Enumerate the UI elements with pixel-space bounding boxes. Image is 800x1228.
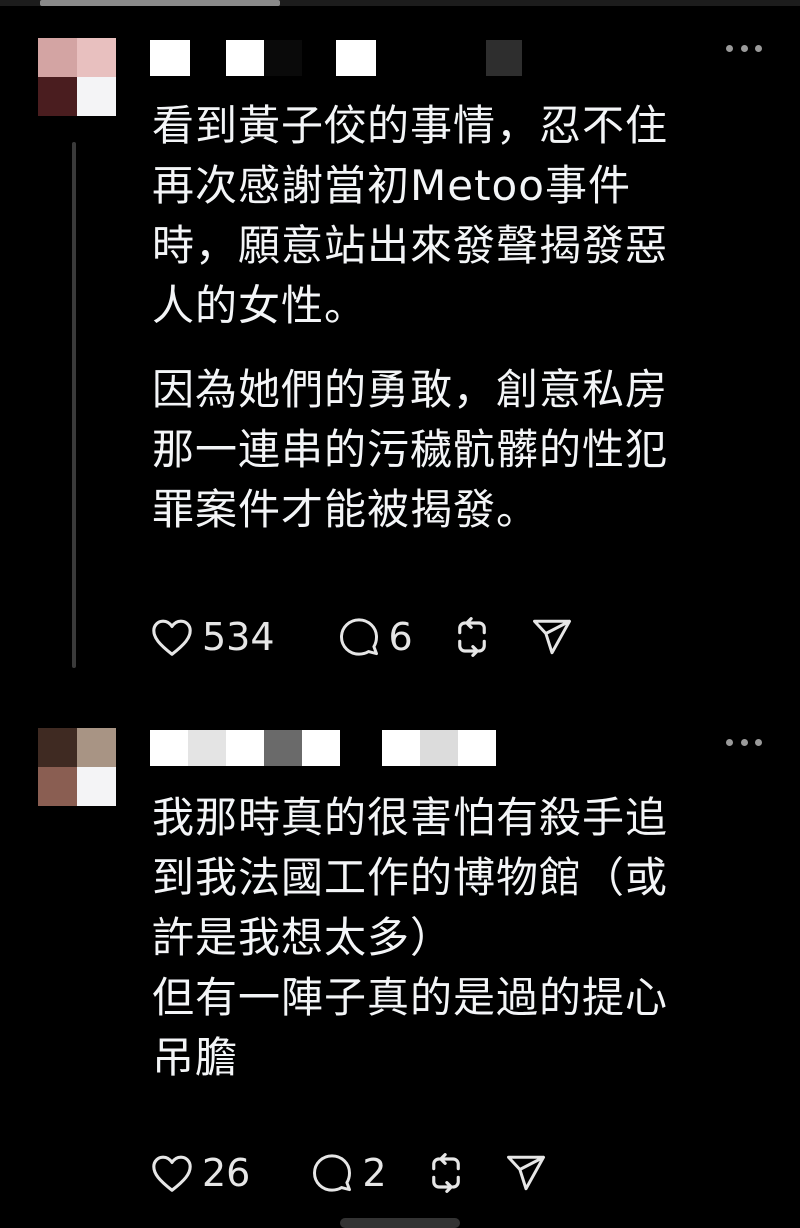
share-button[interactable] <box>531 612 573 662</box>
body-line: 我那時真的很害怕有殺手追 <box>152 793 669 842</box>
reply-button[interactable]: 6 <box>337 612 413 662</box>
comment-icon <box>339 618 378 656</box>
body-line: 看到黃子佼的事情，忍不住 <box>152 101 669 150</box>
body-line: 因為她們的勇敢，創意私房 <box>152 365 669 414</box>
username-censored[interactable] <box>150 730 496 766</box>
share-icon <box>532 619 571 655</box>
heart-icon <box>152 1155 192 1192</box>
tab-indicator <box>40 0 280 6</box>
body-line: 吊膽 <box>152 1033 239 1082</box>
body-line: 許是我想太多） <box>152 913 454 962</box>
thread-line <box>72 142 76 668</box>
more-icon[interactable] <box>726 42 762 54</box>
more-icon[interactable] <box>726 736 762 748</box>
post-body: 看到黃子佼的事情，忍不住 再次感謝當初Metoo事件 時，願意站出來發聲揭發惡 … <box>152 96 760 540</box>
share-icon <box>506 1155 545 1191</box>
reply-button[interactable]: 2 <box>310 1148 387 1198</box>
repost-button[interactable] <box>451 612 493 662</box>
body-line: 罪案件才能被揭發。 <box>152 485 540 534</box>
threads-screen: 看到黃子佼的事情，忍不住 再次感謝當初Metoo事件 時，願意站出來發聲揭發惡 … <box>0 0 800 1228</box>
like-count: 26 <box>202 1151 251 1195</box>
avatar[interactable] <box>38 38 116 116</box>
username-censored[interactable] <box>150 40 522 76</box>
body-line: 但有一陣子真的是過的提心 <box>152 973 669 1022</box>
action-bar: 26 2 <box>150 1148 585 1198</box>
body-line: 再次感謝當初Metoo事件 <box>152 161 631 210</box>
post-body: 我那時真的很害怕有殺手追 到我法國工作的博物館（或 許是我想太多） 但有一陣子真… <box>152 788 760 1088</box>
home-indicator <box>340 1218 460 1228</box>
share-button[interactable] <box>505 1148 547 1198</box>
reply-count: 2 <box>362 1151 387 1195</box>
heart-icon <box>152 619 192 656</box>
repost-button[interactable] <box>425 1148 467 1198</box>
action-bar: 534 6 <box>150 612 611 662</box>
like-button[interactable]: 534 <box>150 612 275 662</box>
body-line: 時，願意站出來發聲揭發惡 <box>152 221 669 270</box>
repost-icon <box>457 617 486 657</box>
body-line: 到我法國工作的博物館（或 <box>152 853 669 902</box>
body-line: 那一連串的污穢骯髒的性犯 <box>152 425 669 474</box>
body-line: 人的女性。 <box>152 281 368 330</box>
like-count: 534 <box>202 615 275 659</box>
comment-icon <box>313 1154 352 1192</box>
avatar[interactable] <box>38 728 116 806</box>
repost-icon <box>431 1153 460 1193</box>
like-button[interactable]: 26 <box>150 1148 250 1198</box>
reply-count: 6 <box>388 615 413 659</box>
